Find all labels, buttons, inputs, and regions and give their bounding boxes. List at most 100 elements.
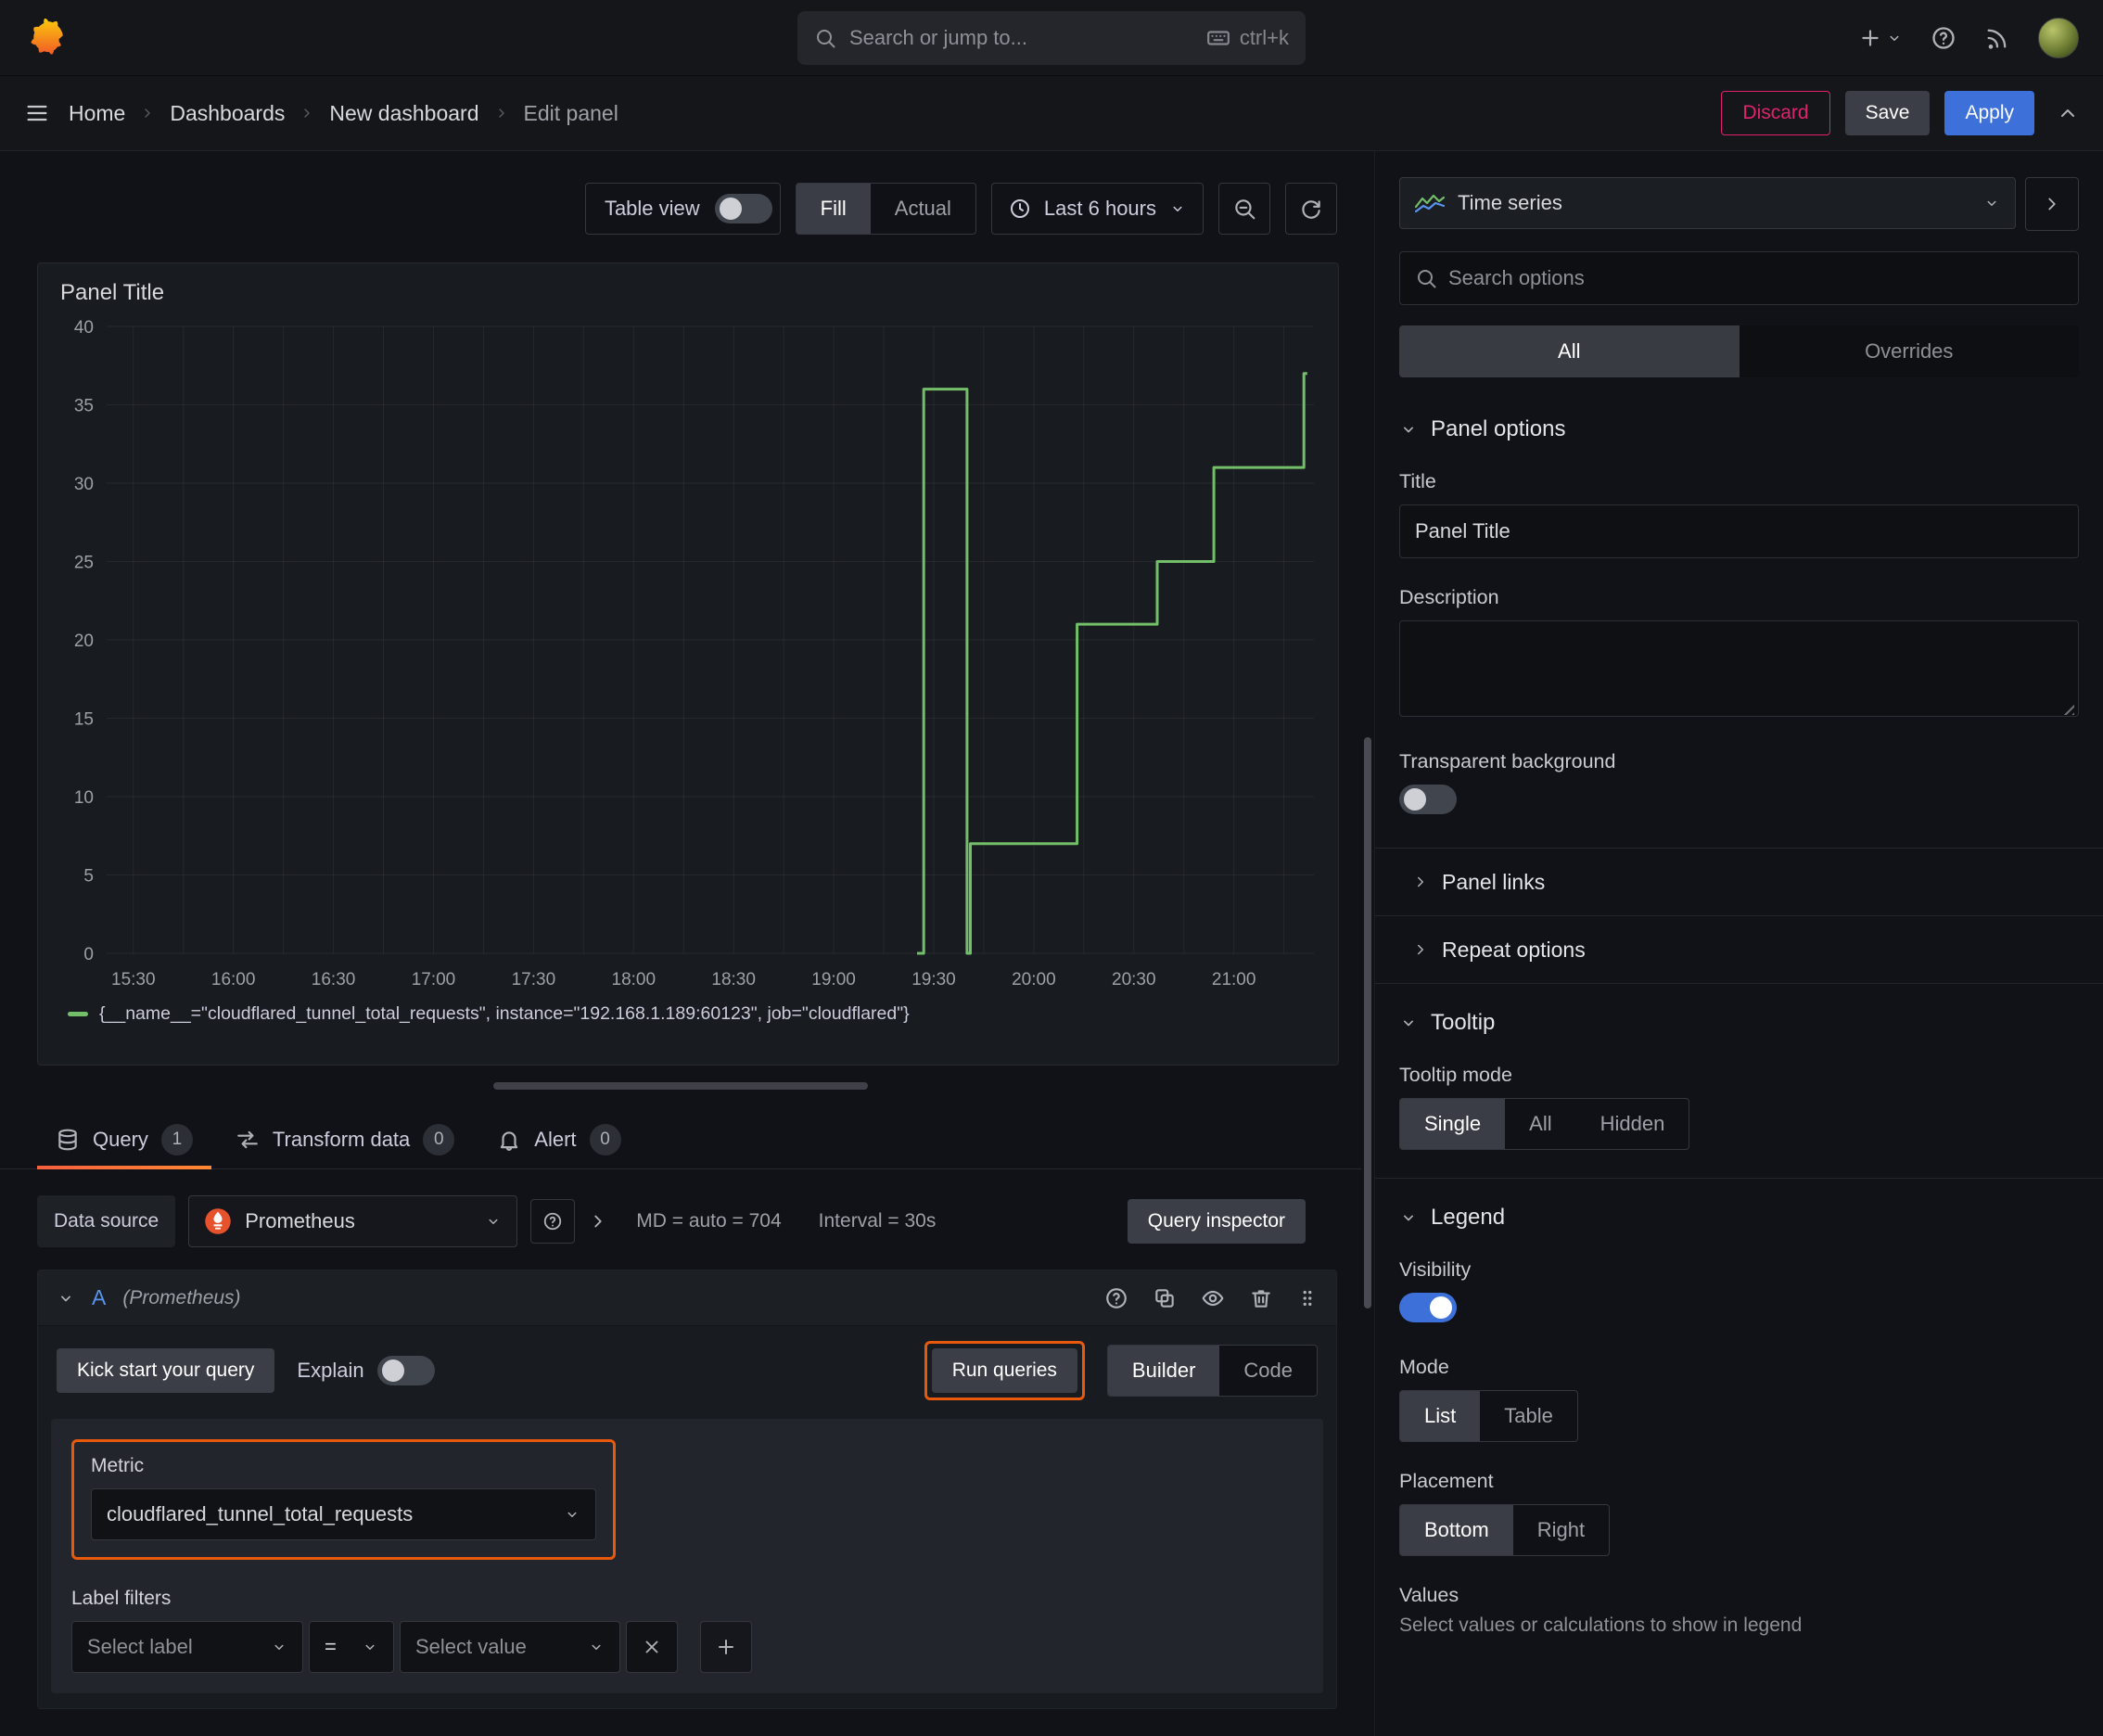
collapse-options-button[interactable]: [2025, 177, 2079, 231]
options-search[interactable]: [1399, 251, 2079, 305]
grip-icon[interactable]: [1297, 1287, 1318, 1309]
breadcrumb-home[interactable]: Home: [69, 101, 125, 126]
refresh-button[interactable]: [1285, 183, 1337, 235]
chevron-right-icon: [140, 106, 155, 121]
chevron-down-icon: [564, 1506, 580, 1523]
datasource-help-button[interactable]: [530, 1199, 576, 1244]
metric-select[interactable]: cloudflared_tunnel_total_requests: [91, 1488, 596, 1540]
apply-button[interactable]: Apply: [1944, 91, 2034, 135]
trash-icon[interactable]: [1249, 1286, 1273, 1310]
visibility-toggle[interactable]: [1399, 1293, 1457, 1322]
menu-icon[interactable]: [24, 100, 50, 126]
tooltip-header[interactable]: Tooltip: [1399, 1010, 2079, 1036]
tooltip-all-option[interactable]: All: [1505, 1099, 1575, 1149]
transparent-background-label: Transparent background: [1399, 750, 1616, 772]
repeat-options-section[interactable]: Repeat options: [1399, 916, 2079, 983]
eye-icon[interactable]: [1201, 1286, 1225, 1310]
visualization-select[interactable]: Time series: [1399, 177, 2016, 229]
explain-label: Explain: [297, 1359, 364, 1382]
actual-option[interactable]: Actual: [871, 184, 975, 234]
operator-value: =: [325, 1635, 337, 1658]
operator-dropdown[interactable]: =: [309, 1621, 394, 1673]
fill-option[interactable]: Fill: [796, 184, 871, 234]
tab-overrides[interactable]: Overrides: [1740, 326, 2080, 377]
mode-list-option[interactable]: List: [1400, 1391, 1481, 1441]
legend-header[interactable]: Legend: [1399, 1205, 2079, 1231]
add-filter-button[interactable]: [700, 1621, 752, 1673]
scrollbar-thumb[interactable]: [1364, 737, 1371, 1308]
select-value-dropdown[interactable]: Select value: [400, 1621, 620, 1673]
help-icon[interactable]: [1931, 25, 1956, 51]
metric-label: Metric: [91, 1455, 145, 1476]
builder-option[interactable]: Builder: [1107, 1346, 1220, 1396]
save-button[interactable]: Save: [1844, 91, 1931, 135]
tab-alert[interactable]: Alert 0: [478, 1110, 639, 1168]
transparent-background-toggle[interactable]: [1399, 785, 1457, 814]
chevron-right-icon: [2042, 194, 2062, 214]
tooltip-single-option[interactable]: Single: [1400, 1099, 1506, 1149]
angle-right-icon[interactable]: [588, 1211, 608, 1232]
description-textarea[interactable]: [1399, 620, 2079, 717]
svg-text:20:00: 20:00: [1012, 970, 1056, 989]
legend-swatch: [68, 1012, 88, 1016]
grafana-logo-icon[interactable]: [24, 17, 67, 59]
tab-query[interactable]: Query 1: [37, 1110, 211, 1169]
code-option[interactable]: Code: [1219, 1346, 1317, 1396]
tab-transform[interactable]: Transform data 0: [217, 1110, 473, 1168]
panel-title-input[interactable]: [1399, 504, 2079, 558]
time-range-picker[interactable]: Last 6 hours: [990, 183, 1204, 235]
run-queries-button[interactable]: Run queries: [931, 1348, 1077, 1393]
mode-table-option[interactable]: Table: [1480, 1391, 1577, 1441]
copy-icon[interactable]: [1153, 1286, 1177, 1310]
avatar[interactable]: [2038, 17, 2079, 58]
chevron-down-icon: [1886, 30, 1903, 46]
options-search-input[interactable]: [1448, 266, 2063, 290]
values-label: Values: [1399, 1584, 1459, 1606]
panel-links-section[interactable]: Panel links: [1399, 849, 2079, 915]
legend-label: {__name__="cloudflared_tunnel_total_requ…: [99, 1003, 910, 1024]
section-title: Tooltip: [1431, 1010, 1496, 1035]
time-series-chart[interactable]: 0 5 10 15 20 25 30 35 40 15:30 16:00 16:30 17:00 17:3…: [53, 313, 1321, 1002]
builder-code-segment: Builder Code: [1106, 1345, 1318, 1397]
discard-button[interactable]: Discard: [1721, 91, 1830, 135]
legend-item[interactable]: {__name__="cloudflared_tunnel_total_requ…: [68, 1003, 1323, 1025]
svg-text:17:00: 17:00: [412, 970, 456, 989]
chevron-down-icon: [485, 1213, 502, 1230]
tab-label: Query: [93, 1127, 148, 1151]
new-menu-button[interactable]: [1858, 26, 1903, 50]
global-search[interactable]: Search or jump to... ctrl+k: [797, 10, 1306, 65]
explain-toggle[interactable]: [376, 1356, 435, 1385]
panel-options-header[interactable]: Panel options: [1399, 416, 2079, 442]
highlight-run-queries: Run queries: [924, 1341, 1085, 1400]
table-view-toggle[interactable]: [714, 194, 772, 223]
placement-right-option[interactable]: Right: [1513, 1505, 1609, 1555]
horizontal-scrollbar[interactable]: [493, 1082, 868, 1090]
chevron-down-icon: [1399, 1014, 1418, 1032]
zoom-out-button[interactable]: [1218, 183, 1270, 235]
chevron-up-icon[interactable]: [2057, 102, 2079, 124]
svg-text:10: 10: [74, 788, 94, 808]
breadcrumb-dashboards[interactable]: Dashboards: [170, 101, 285, 126]
chevron-down-icon[interactable]: [57, 1289, 75, 1308]
svg-text:18:30: 18:30: [711, 970, 756, 989]
tab-all[interactable]: All: [1399, 326, 1740, 377]
news-icon[interactable]: [1984, 25, 2010, 51]
remove-filter-button[interactable]: [626, 1621, 678, 1673]
breadcrumb-new-dashboard[interactable]: New dashboard: [329, 101, 478, 126]
query-inspector-button[interactable]: Query inspector: [1127, 1199, 1306, 1244]
chevron-right-icon: [1412, 874, 1429, 890]
help-circle-icon[interactable]: [1104, 1286, 1128, 1310]
svg-text:15: 15: [74, 710, 94, 730]
kick-start-button[interactable]: Kick start your query: [57, 1348, 275, 1393]
datasource-select[interactable]: Prometheus: [188, 1195, 518, 1247]
select-value-placeholder: Select value: [415, 1635, 527, 1658]
vertical-scrollbar[interactable]: [1361, 151, 1374, 1736]
top-nav: Search or jump to... ctrl+k: [0, 0, 2103, 76]
max-datapoints-stat: MD = auto = 704: [636, 1210, 782, 1232]
select-label-dropdown[interactable]: Select label: [71, 1621, 303, 1673]
placement-bottom-option[interactable]: Bottom: [1400, 1505, 1513, 1555]
tooltip-hidden-option[interactable]: Hidden: [1576, 1099, 1689, 1149]
select-label-placeholder: Select label: [87, 1635, 193, 1658]
fill-actual-segment: Fill Actual: [795, 183, 976, 235]
query-row-header[interactable]: A (Prometheus): [38, 1270, 1336, 1326]
